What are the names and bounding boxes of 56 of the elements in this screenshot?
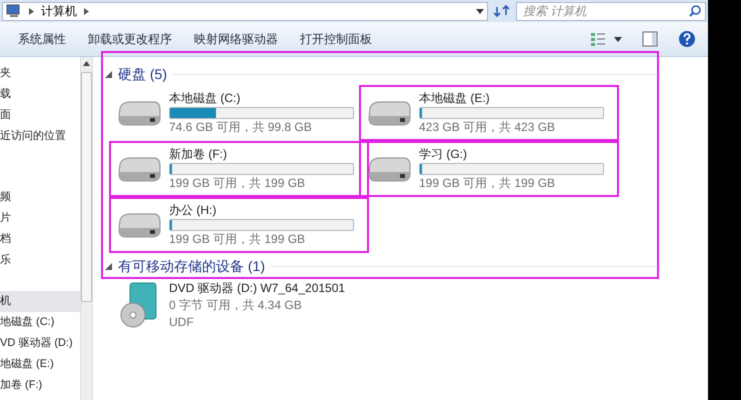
scroll-up-icon[interactable] [83,61,90,66]
drive-space: 199 GB 可用，共 199 GB [169,231,306,248]
dropdown-caret-icon[interactable] [476,8,484,14]
toolbar-button[interactable]: 打开控制面板 [290,26,382,52]
dropdown-caret-icon[interactable] [614,36,622,42]
drive-name: DVD 驱动器 (D:) W7_64_201501 [169,280,346,296]
toolbar-button[interactable]: 系统属性 [8,26,76,52]
drive-name: 本地磁盘 (C:) [169,90,242,107]
drive-space: 0 字节 可用，共 4.34 GB [169,296,303,314]
help-icon[interactable] [678,30,696,48]
nav-item[interactable]: VD 驱动器 (D:) [0,333,80,354]
nav-item[interactable]: 档 [0,229,80,250]
file-system: UDF [169,314,195,330]
drive-space: 423 GB 可用，共 423 GB [419,119,556,136]
drive-name: 办公 (H:) [169,202,218,219]
nav-item[interactable]: 地磁盘 (C:) [0,312,80,333]
drive-tile[interactable]: 新加卷 (F:) 199 GB 可用，共 199 GB [109,141,369,197]
preview-pane-icon[interactable] [642,31,658,47]
breadcrumb-arrow-icon[interactable] [83,8,90,14]
toolbar-button[interactable]: 映射网络驱动器 [184,26,288,52]
drive-space: 199 GB 可用，共 199 GB [419,175,556,192]
group-title[interactable]: 有可移动存储的设备 (1) [118,256,265,276]
drive-name: 学习 (G:) [419,146,468,163]
nav-item[interactable]: 机 [0,291,80,312]
nav-item[interactable]: 地磁盘 (E:) [0,354,80,375]
address-bar[interactable]: 计算机 [2,2,488,20]
toolbar-button[interactable]: 卸载或更改程序 [78,26,182,52]
dvd-drive-icon [120,281,158,329]
scroll-thumb[interactable] [81,72,92,302]
collapse-icon[interactable] [105,70,112,78]
nav-item[interactable]: 乐 [0,250,80,271]
computer-icon [6,4,22,18]
drive-tile[interactable]: 本地磁盘 (E:) 423 GB 可用，共 423 GB [359,85,619,141]
nav-item[interactable]: 面 [0,105,80,126]
drive-tile[interactable]: 学习 (G:) 199 GB 可用，共 199 GB [359,141,619,197]
nav-item[interactable]: 加卷 (F:) [0,375,80,396]
drive-name: 新加卷 (F:) [169,146,228,163]
search-field[interactable]: 搜索 计算机 [516,2,706,20]
drive-tile[interactable]: DVD 驱动器 (D:) W7_64_201501 0 字节 可用，共 4.34 GB UDF [109,277,369,333]
drive-space: 199 GB 可用，共 199 GB [169,175,306,192]
search-icon[interactable] [689,4,701,16]
nav-item[interactable]: 近访问的位置 [0,126,80,147]
group-title[interactable]: 硬盘 (5) [118,64,167,84]
nav-item[interactable]: 夹 [0,63,80,84]
breadcrumb-item[interactable]: 计算机 [41,2,77,20]
collapse-icon[interactable] [105,262,112,270]
nav-item[interactable]: 片 [0,208,80,229]
scrollbar[interactable] [80,57,93,400]
drive-tile[interactable]: 办公 (H:) 199 GB 可用，共 199 GB [109,197,369,253]
breadcrumb-arrow-icon[interactable] [28,8,35,14]
refresh-icon[interactable] [494,4,510,18]
drive-name: 本地磁盘 (E:) [419,90,491,107]
drive-space: 74.6 GB 可用，共 99.8 GB [169,119,313,136]
view-options-icon[interactable] [590,32,606,46]
nav-item[interactable]: 频 [0,187,80,208]
nav-item[interactable]: 载 [0,84,80,105]
